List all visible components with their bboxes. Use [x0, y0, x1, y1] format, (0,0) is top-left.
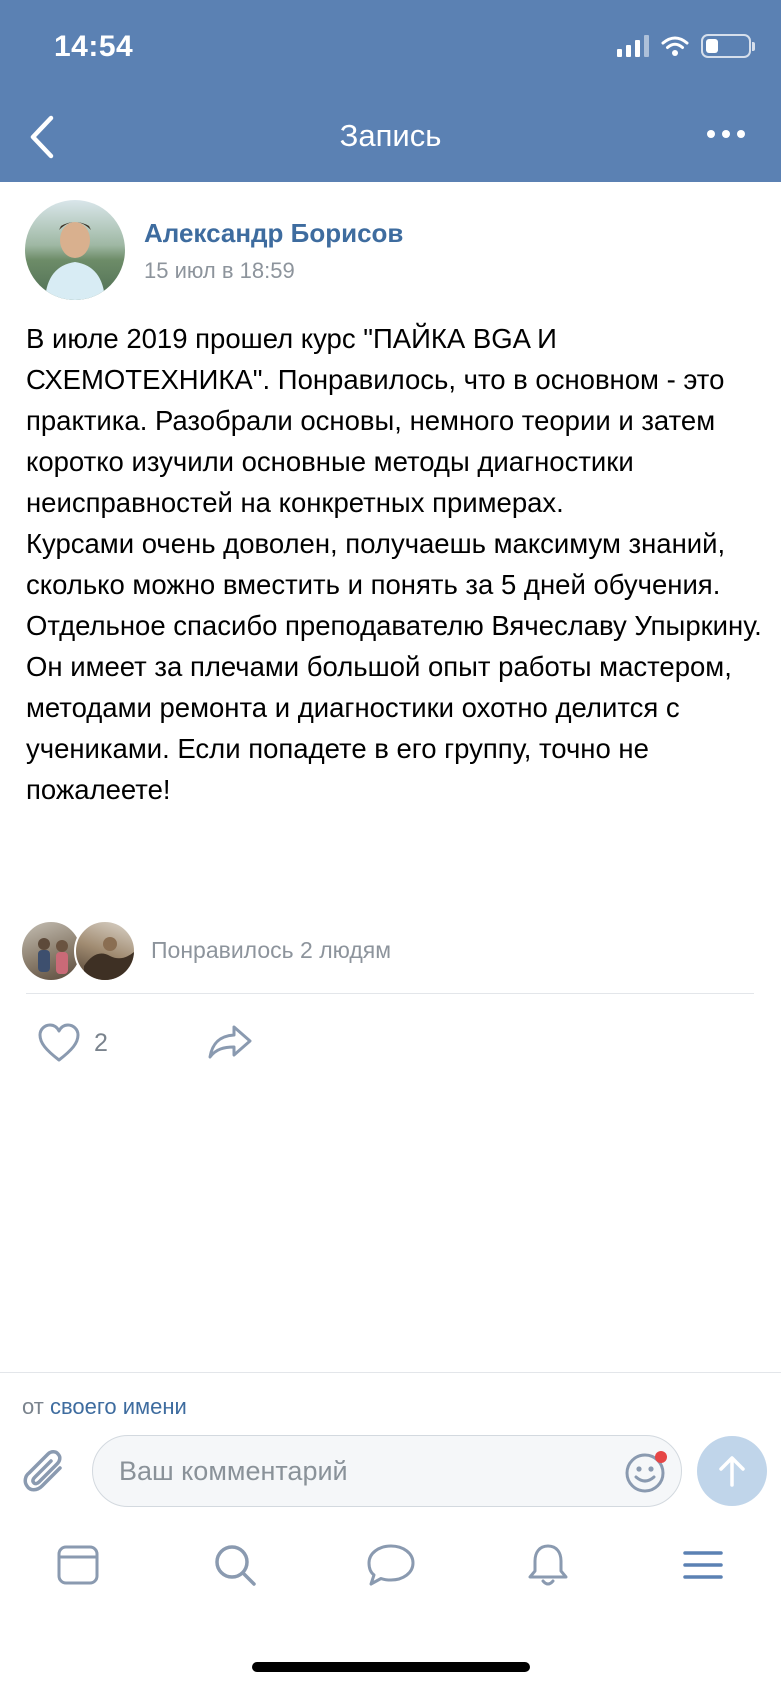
- post-paragraph: Курсами очень доволен, получаешь максиму…: [26, 528, 726, 600]
- composer-divider: [0, 1372, 781, 1373]
- status-time: 14:54: [54, 30, 134, 63]
- divider: [26, 993, 754, 994]
- post-actions: 2: [36, 1018, 252, 1068]
- page-title: Запись: [339, 118, 442, 153]
- tab-messages[interactable]: [361, 1535, 421, 1595]
- comment-input[interactable]: Ваш комментарий: [92, 1435, 682, 1507]
- post-text: В июле 2019 прошел курс "ПАЙКА BGA И СХЕ…: [26, 318, 766, 810]
- emoji-button[interactable]: [623, 1449, 671, 1500]
- post-paragraph: В июле 2019 прошел курс "ПАЙКА BGA И СХЕ…: [26, 323, 725, 518]
- menu-icon: [683, 1551, 723, 1579]
- from-prefix: от: [22, 1394, 44, 1419]
- more-button[interactable]: [707, 130, 745, 138]
- post-paragraph: Отдельное спасибо преподавателю Вячеслав…: [26, 610, 762, 805]
- paperclip-icon: [23, 1450, 62, 1492]
- more-horizontal-icon: [707, 130, 715, 138]
- notification-dot: [655, 1451, 667, 1463]
- tab-bar: [0, 1535, 781, 1610]
- share-button[interactable]: [206, 1021, 254, 1066]
- like-count: 2: [94, 1028, 108, 1057]
- liker-avatar: [74, 920, 136, 982]
- share-icon: [208, 1025, 252, 1059]
- person-photo: [45, 222, 105, 300]
- comment-author-selector[interactable]: от своего имени: [22, 1394, 187, 1420]
- tab-menu[interactable]: [673, 1535, 733, 1595]
- author-name[interactable]: Александр Борисов: [144, 218, 403, 249]
- emoji-icon: [625, 1451, 667, 1493]
- tab-notifications[interactable]: [518, 1535, 578, 1595]
- liker-avatar: [20, 920, 82, 982]
- signal-icon: [617, 35, 649, 57]
- like-button[interactable]: 2: [36, 1022, 108, 1064]
- likes-summary[interactable]: Понравилось 2 людям: [151, 937, 391, 964]
- search-icon: [215, 1545, 256, 1586]
- home-indicator[interactable]: [252, 1662, 530, 1672]
- from-link[interactable]: своего имени: [50, 1394, 187, 1419]
- tab-news[interactable]: [48, 1535, 108, 1595]
- battery-icon: [701, 34, 755, 58]
- notifications-icon: [528, 1544, 568, 1586]
- send-button[interactable]: [697, 1436, 767, 1506]
- comment-placeholder: Ваш комментарий: [119, 1456, 348, 1486]
- header: 14:54 Запись: [0, 0, 781, 182]
- news-icon: [57, 1545, 99, 1585]
- heart-icon: [38, 1023, 80, 1062]
- tab-search[interactable]: [205, 1535, 265, 1595]
- author-avatar[interactable]: [25, 200, 125, 300]
- arrow-up-icon: [719, 1456, 745, 1487]
- status-icons: [617, 34, 755, 58]
- messages-icon: [367, 1544, 415, 1586]
- post-date[interactable]: 15 июл в 18:59: [144, 258, 295, 284]
- attach-button[interactable]: [22, 1448, 70, 1501]
- likers-avatars[interactable]: [20, 920, 136, 982]
- wifi-icon: [661, 36, 689, 56]
